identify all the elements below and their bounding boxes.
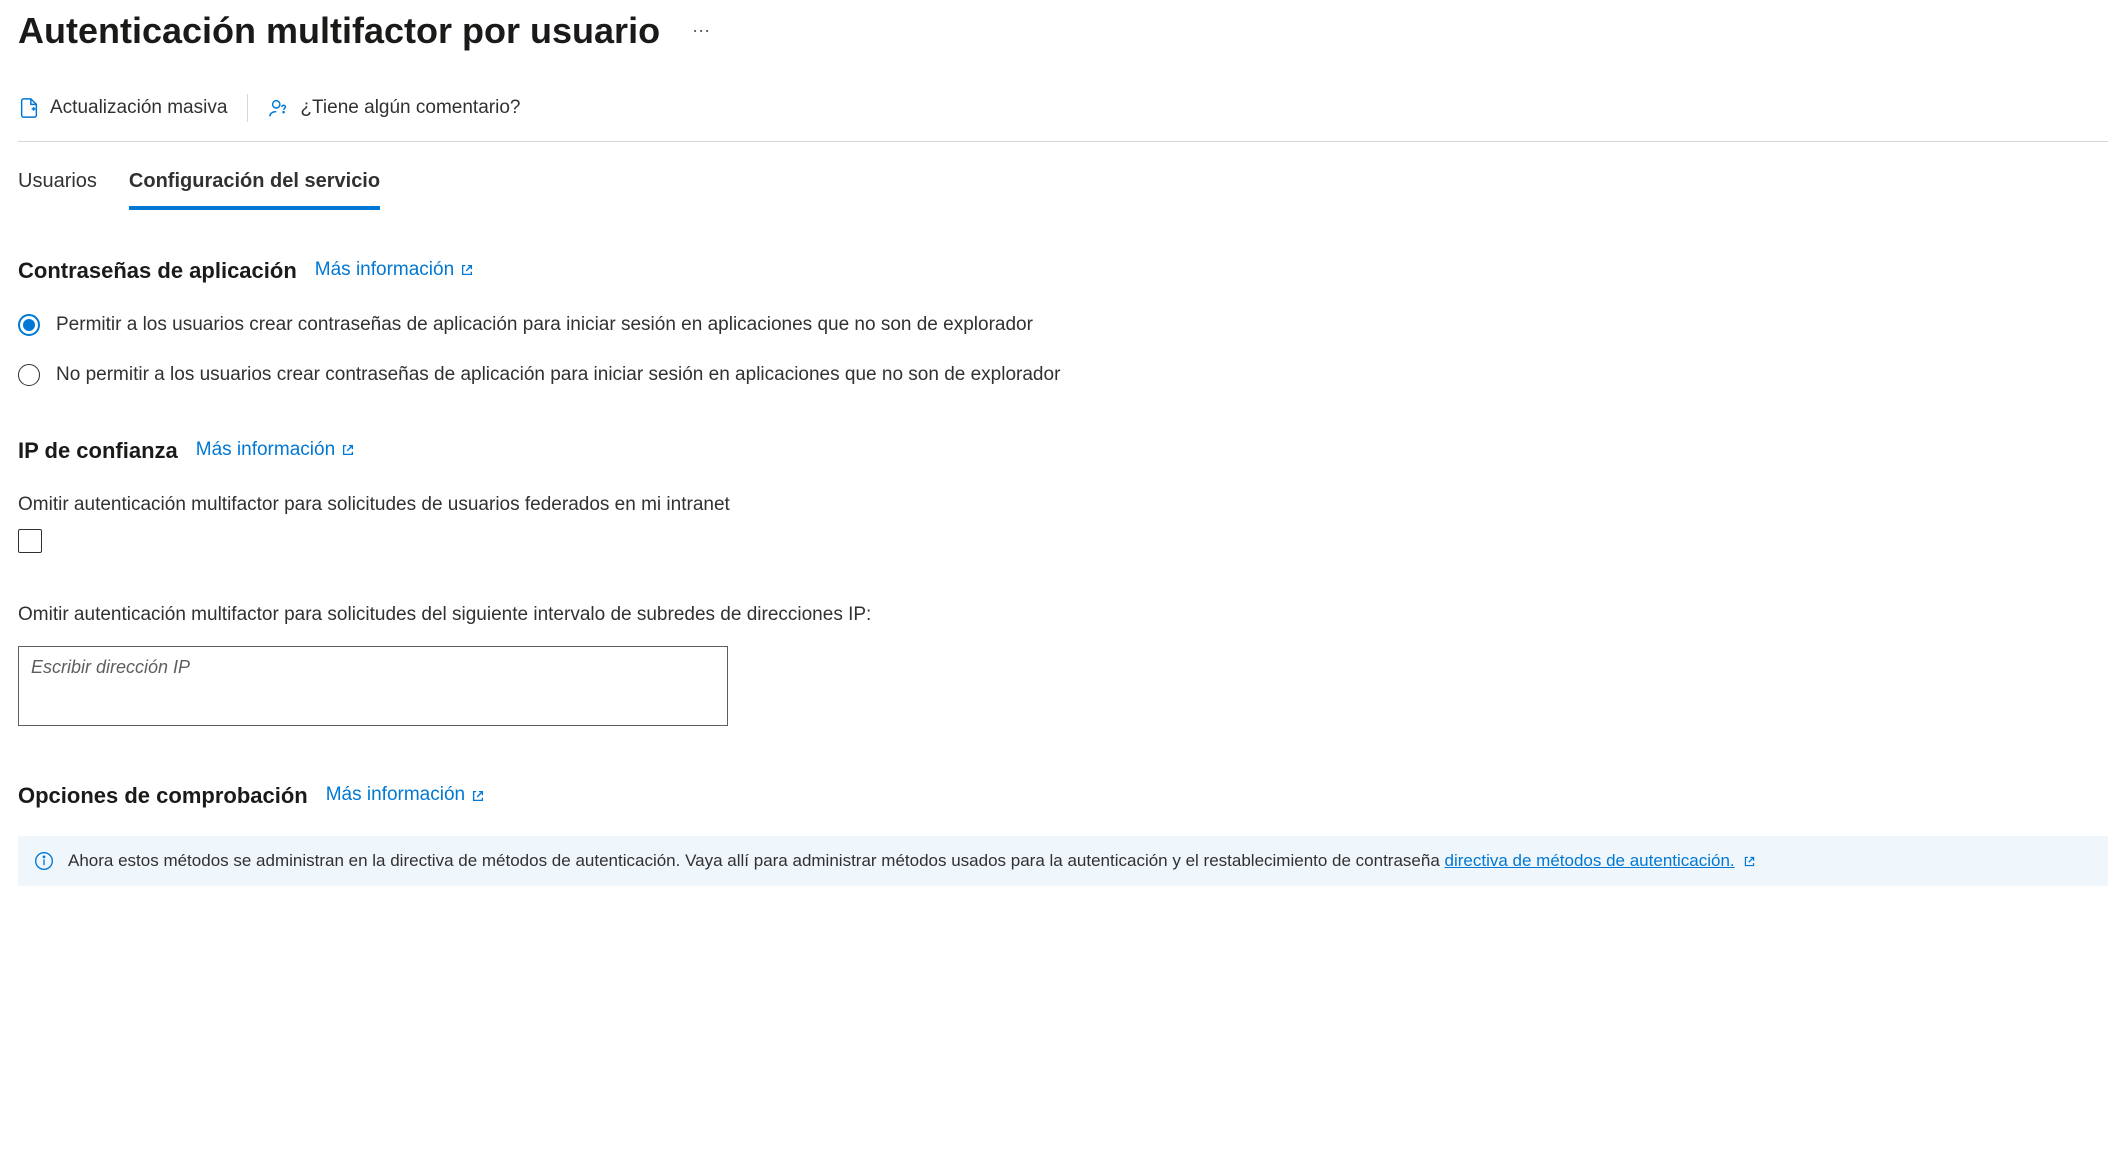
section-verification-options: Opciones de comprobación Más información…: [18, 779, 2108, 886]
skip-federated-checkbox[interactable]: [18, 529, 42, 553]
radio-allow-label: Permitir a los usuarios crear contraseña…: [56, 311, 1033, 340]
verification-options-learn-more-link[interactable]: Más información: [326, 781, 485, 810]
auth-methods-policy-link[interactable]: directiva de métodos de autenticación.: [1445, 851, 1735, 870]
feedback-label: ¿Tiene algún comentario?: [300, 94, 520, 123]
external-link-icon: [460, 263, 474, 277]
info-banner: Ahora estos métodos se administran en la…: [18, 836, 2108, 886]
ip-subnets-label: Omitir autenticación multifactor para so…: [18, 601, 2108, 630]
info-icon: [34, 851, 54, 871]
verification-options-title: Opciones de comprobación: [18, 779, 308, 812]
radio-allow-app-passwords[interactable]: Permitir a los usuarios crear contraseña…: [18, 311, 2108, 340]
external-link-icon: [341, 443, 355, 457]
tab-users[interactable]: Usuarios: [18, 166, 97, 210]
external-link-icon: [1743, 855, 1756, 868]
external-link-icon: [471, 789, 485, 803]
more-actions-button[interactable]: ⋯: [684, 14, 718, 49]
skip-federated-label: Omitir autenticación multifactor para so…: [18, 491, 2108, 520]
bulk-update-label: Actualización masiva: [50, 94, 227, 123]
feedback-button[interactable]: ¿Tiene algún comentario?: [268, 94, 520, 123]
command-divider: [247, 94, 248, 122]
tabs: Usuarios Configuración del servicio: [18, 142, 2108, 210]
info-banner-text: Ahora estos métodos se administran en la…: [68, 848, 1756, 874]
section-app-passwords: Contraseñas de aplicación Más informació…: [18, 254, 2108, 390]
info-banner-message: Ahora estos métodos se administran en la…: [68, 851, 1445, 870]
app-passwords-learn-more-label: Más información: [315, 256, 454, 285]
radio-deny-label: No permitir a los usuarios crear contras…: [56, 361, 1060, 390]
radio-icon: [18, 364, 40, 386]
radio-icon: [18, 314, 40, 336]
app-passwords-title: Contraseñas de aplicación: [18, 254, 297, 287]
page-title: Autenticación multifactor por usuario: [18, 4, 660, 58]
ip-address-input[interactable]: [18, 646, 728, 726]
radio-deny-app-passwords[interactable]: No permitir a los usuarios crear contras…: [18, 361, 2108, 390]
command-bar: Actualización masiva ¿Tiene algún coment…: [18, 82, 2108, 142]
feedback-icon: [268, 97, 290, 119]
tab-service-config[interactable]: Configuración del servicio: [129, 166, 380, 210]
trusted-ips-title: IP de confianza: [18, 434, 178, 467]
section-trusted-ips: IP de confianza Más información Omitir a…: [18, 434, 2108, 736]
trusted-ips-learn-more-link[interactable]: Más información: [196, 436, 355, 465]
bulk-update-button[interactable]: Actualización masiva: [18, 94, 227, 123]
bulk-update-icon: [18, 97, 40, 119]
trusted-ips-learn-more-label: Más información: [196, 436, 335, 465]
verification-options-learn-more-label: Más información: [326, 781, 465, 810]
app-passwords-learn-more-link[interactable]: Más información: [315, 256, 474, 285]
